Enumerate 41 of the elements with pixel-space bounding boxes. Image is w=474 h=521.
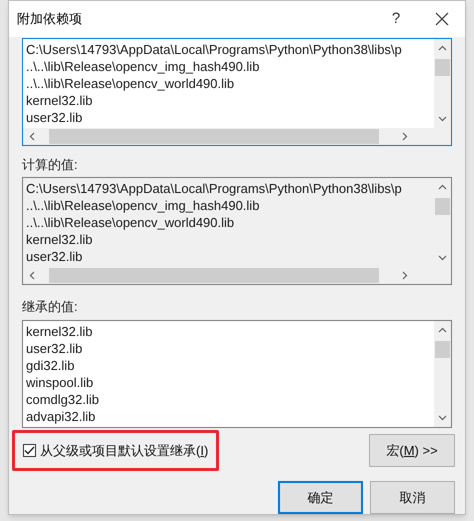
dialog-button[interactable]: 确定 xyxy=(278,481,363,514)
scrollbar-thumb[interactable] xyxy=(49,128,379,144)
close-icon[interactable] xyxy=(435,12,449,26)
macro-button[interactable]: 宏(M) >> xyxy=(369,434,455,467)
list-line: ..\..\lib\Release\opencv_img_hash490.lib xyxy=(26,58,260,74)
scrollbar-thumb[interactable] xyxy=(435,58,450,76)
section-label: 继承的值: xyxy=(22,298,79,316)
scroll-up-icon[interactable] xyxy=(438,44,447,50)
list-line: ..\..\lib\Release\opencv_world490.lib xyxy=(26,214,236,231)
list-line: kernel32.lib xyxy=(26,92,94,108)
checkmark-icon xyxy=(24,446,35,455)
list-line: gdi32.lib xyxy=(26,356,76,374)
inherited-list-box[interactable]: kernel32.lib user32.lib gdi32.lib winspool.lib comdlg32.lib advapi32.lib xyxy=(22,320,452,428)
list-line: advapi32.lib xyxy=(26,408,96,424)
vertical-scrollbar[interactable] xyxy=(434,320,451,426)
scroll-left-icon[interactable] xyxy=(29,132,35,140)
list-line: C:\Users\14793\AppData\Local\Programs\Python\Python38\libs\p xyxy=(26,40,403,58)
scroll-down-icon[interactable] xyxy=(438,414,447,420)
list-line: user32.lib xyxy=(26,108,84,126)
scroll-down-icon[interactable] xyxy=(438,116,447,122)
checkbox[interactable] xyxy=(23,444,36,457)
checkbox-label[interactable]: 从父级或项目默认设置继承(I) xyxy=(40,440,208,460)
help-button[interactable]: ? xyxy=(373,8,419,30)
section-label: 计算的值: xyxy=(22,156,79,174)
list-line: kernel32.lib xyxy=(26,231,94,248)
list-line: ..\..\lib\Release\opencv_world490.lib xyxy=(26,74,236,92)
list-line: winspool.lib xyxy=(26,374,94,390)
scroll-right-icon[interactable] xyxy=(402,132,408,140)
list-line: C:\Users\14793\AppData\Local\Programs\Python\Python38\libs\p xyxy=(26,180,403,197)
list-line: user32.lib xyxy=(26,340,84,356)
vertical-scrollbar[interactable] xyxy=(434,38,451,128)
dialog-button[interactable]: 取消 xyxy=(370,481,455,514)
window-title: 附加依赖项 xyxy=(17,10,82,28)
scrollbar-thumb[interactable] xyxy=(435,340,450,358)
list-line: user32.lib xyxy=(26,248,84,265)
list-line: kernel32.lib xyxy=(26,322,94,340)
horizontal-scrollbar[interactable] xyxy=(23,128,451,144)
edit-list-box[interactable]: C:\Users\14793\AppData\Local\Programs\Python\Python38\libs\p ..\..\lib\Release\opencv_img_hash490.lib ..\..\lib\Release\opencv_world490.lib kernel32.lib user32.lib xyxy=(22,38,452,146)
scroll-up-icon[interactable] xyxy=(438,326,447,332)
list-line: ..\..\lib\Release\opencv_img_hash490.lib xyxy=(26,197,260,214)
list-line: comdlg32.lib xyxy=(26,390,100,408)
